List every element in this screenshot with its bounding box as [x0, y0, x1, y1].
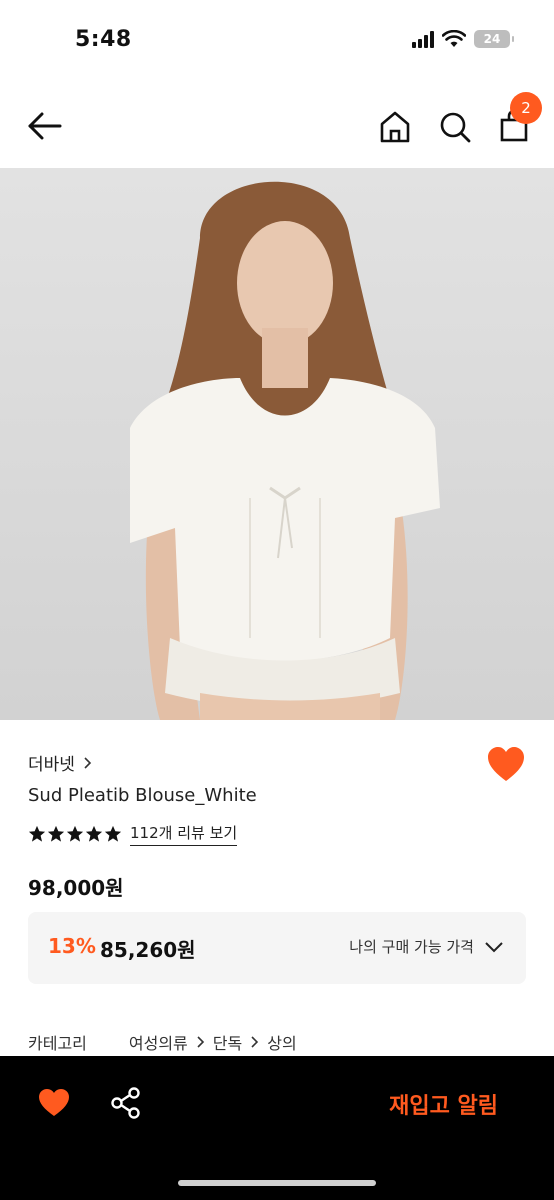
signal-icon — [412, 30, 434, 48]
brand-link[interactable]: 더바넷 — [28, 750, 92, 775]
my-price-label: 나의 구매 가능 가격 — [349, 938, 474, 956]
category-row: 카테고리 여성의류 단독 상의 — [28, 1030, 297, 1054]
search-button[interactable] — [436, 108, 474, 146]
heart-icon — [39, 1089, 69, 1116]
cart-count-badge: 2 — [510, 92, 542, 124]
star-icon — [47, 825, 65, 842]
price-box: 13% 85,260원 나의 구매 가능 가격 — [28, 912, 526, 984]
top-nav — [0, 88, 554, 164]
chevron-right-icon — [84, 756, 92, 769]
category-label: 카테고리 — [28, 1034, 87, 1053]
star-icon — [104, 825, 122, 842]
product-image[interactable] — [0, 168, 554, 720]
review-link[interactable]: 112개 리뷰 보기 — [130, 822, 238, 846]
search-icon — [440, 112, 471, 143]
rating-stars — [28, 825, 122, 843]
restock-alert-button[interactable]: 재입고 알림 — [389, 1088, 498, 1120]
category-breadcrumb: 여성의류 단독 상의 — [129, 1030, 297, 1054]
battery-level: 24 — [483, 32, 501, 46]
category-item[interactable]: 단독 — [213, 1030, 242, 1054]
rating-row: 112개 리뷰 보기 — [28, 822, 238, 846]
star-icon — [85, 825, 103, 842]
original-price: 98,000원 — [28, 876, 124, 900]
chevron-right-icon — [197, 1036, 204, 1048]
home-button[interactable] — [376, 108, 414, 146]
share-icon — [111, 1087, 140, 1119]
back-button[interactable] — [26, 108, 64, 144]
product-photo — [0, 168, 554, 720]
my-price-toggle[interactable]: 나의 구매 가능 가격 — [349, 936, 504, 957]
chevron-right-icon — [251, 1036, 259, 1048]
home-indicator — [178, 1180, 376, 1186]
brand-name: 더바넷 — [28, 755, 75, 775]
category-item[interactable]: 상의 — [267, 1030, 296, 1054]
bottom-action-bar: 재입고 알림 — [0, 1056, 554, 1200]
heart-icon — [488, 747, 524, 781]
category-item[interactable]: 여성의류 — [129, 1030, 188, 1054]
share-button[interactable] — [110, 1086, 142, 1120]
home-icon — [380, 111, 410, 143]
star-icon — [66, 825, 84, 842]
product-name: Sud Pleatib Blouse_White — [28, 785, 257, 806]
battery-icon: 24 — [474, 30, 514, 48]
discount-rate: 13% — [48, 934, 96, 958]
status-bar: 5:48 24 — [0, 0, 554, 80]
wishlist-button[interactable] — [486, 746, 526, 784]
status-icons: 24 — [412, 30, 514, 48]
arrow-left-icon — [28, 112, 62, 140]
wifi-icon — [442, 30, 466, 47]
sale-price: 85,260원 — [100, 938, 196, 962]
star-icon — [28, 825, 46, 842]
status-time: 5:48 — [75, 27, 132, 52]
bottom-wishlist-button[interactable] — [38, 1088, 70, 1118]
chevron-down-icon — [485, 941, 503, 952]
